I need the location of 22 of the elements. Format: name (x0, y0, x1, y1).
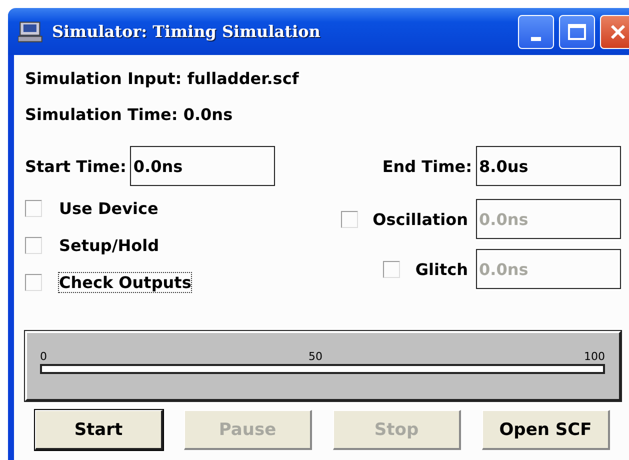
end-time-label: End Time: (382, 156, 472, 176)
start-time-field[interactable]: 0.0ns (130, 146, 276, 186)
start-time-label: Start Time: (25, 156, 126, 176)
checkbox-label[interactable]: Setup/Hold (58, 235, 160, 256)
checkbox-label[interactable]: Check Outputs (58, 272, 192, 293)
close-button[interactable] (600, 14, 629, 48)
end-time-field[interactable]: 8.0us (476, 146, 621, 186)
checkbox[interactable] (25, 200, 42, 217)
progress-tick-label: 50 (308, 349, 322, 364)
checkbox[interactable] (25, 274, 42, 291)
window-title: Simulator: Timing Simulation (52, 22, 320, 41)
action-button[interactable]: Start (35, 410, 163, 450)
minimize-button[interactable] (518, 14, 554, 48)
info-text: Simulation Input: fulladder.scf (25, 68, 300, 90)
checkbox-label[interactable]: Use Device (58, 198, 160, 219)
progress-tick-label: 100 (584, 349, 605, 364)
maximize-button[interactable] (559, 14, 595, 48)
checkbox[interactable] (25, 237, 42, 254)
computer-icon (18, 20, 44, 42)
progress-tick-label: 0 (40, 349, 47, 364)
action-button[interactable]: Open SCF (482, 410, 610, 450)
info-text: Simulation Time: 0.0ns (25, 104, 234, 126)
